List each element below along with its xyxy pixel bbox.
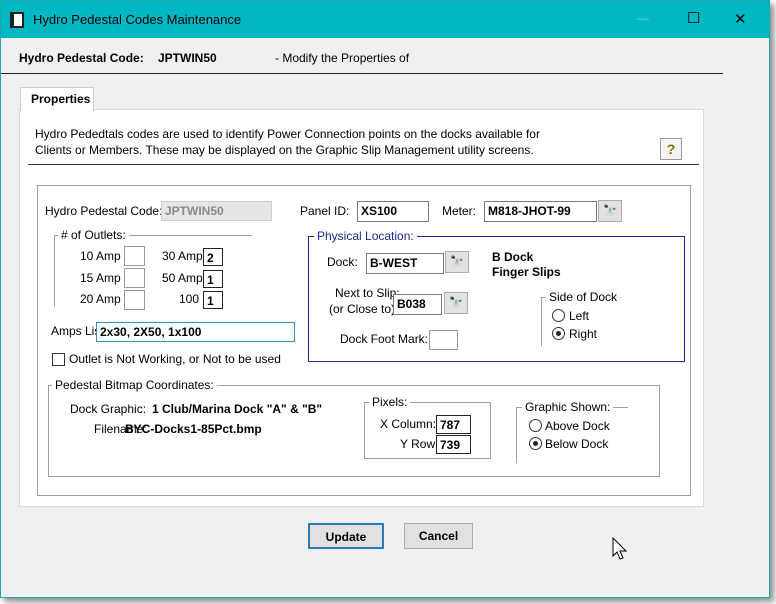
y-row-input[interactable]: 739: [436, 435, 471, 454]
side-of-dock-legend: Side of Dock: [546, 290, 621, 304]
dock-description-2: Finger Slips: [492, 265, 561, 279]
filename-value: BYC-Docks1-85Pct.bmp: [125, 422, 262, 436]
help-question-icon[interactable]: ?: [660, 138, 682, 160]
amp20-input[interactable]: [124, 290, 145, 310]
description-divider: [28, 164, 699, 165]
amp30-label: 30 Amp: [162, 249, 203, 263]
description-line-2: Clients or Members. These may be display…: [35, 143, 534, 157]
side-right-label: Right: [569, 327, 598, 341]
x-column-label: X Column:: [380, 417, 437, 431]
amp15-input[interactable]: [124, 268, 145, 288]
not-working-checkbox[interactable]: [52, 353, 65, 366]
description-line-1: Hydro Pededtals codes are used to identi…: [35, 127, 540, 141]
side-left-radio[interactable]: [552, 309, 565, 322]
cancel-button[interactable]: Cancel: [404, 523, 473, 549]
amp100-input[interactable]: 1: [203, 291, 223, 309]
amp100-label: 100: [179, 292, 200, 306]
amp10-label: 10 Amp: [80, 249, 121, 263]
bitmap-legend: Pedestal Bitmap Coordinates:: [52, 378, 217, 392]
amp15-label: 15 Amp: [80, 271, 121, 285]
panel-id-input[interactable]: XS100: [357, 201, 429, 222]
header-subtitle: - Modify the Properties of: [275, 51, 410, 65]
slip-input[interactable]: B038: [393, 294, 442, 315]
dock-input[interactable]: B-WEST: [366, 253, 444, 274]
tab-properties[interactable]: Properties: [20, 87, 94, 111]
close-button[interactable]: ✕: [734, 10, 747, 28]
amp50-label: 50 Amp: [162, 271, 203, 285]
mouse-cursor-icon: [612, 537, 628, 560]
outlets-legend: # of Outlets:: [58, 228, 129, 242]
code-field: JPTWIN50: [161, 201, 272, 221]
above-dock-label: Above Dock: [545, 419, 610, 433]
minimize-button[interactable]: —: [637, 11, 649, 25]
slip-label-2: (or Close to): [329, 302, 396, 316]
code-label: Hydro Pedestal Code:: [45, 204, 163, 218]
amp30-input[interactable]: 2: [203, 248, 223, 266]
dock-description-1: B Dock: [492, 250, 534, 264]
below-dock-label: Below Dock: [545, 437, 609, 451]
x-column-input[interactable]: 787: [436, 415, 471, 434]
not-working-label: Outlet is Not Working, or Not to be used: [69, 352, 281, 366]
header-divider: [1, 73, 723, 74]
tab-label: Properties: [31, 92, 91, 106]
dock-foot-mark-label: Dock Foot Mark:: [340, 332, 429, 346]
dock-label: Dock:: [327, 255, 358, 269]
amps-list-input[interactable]: 2x30, 2X50, 1x100: [96, 322, 295, 342]
physical-location-legend: Physical Location:: [314, 229, 417, 243]
header-code: JPTWIN50: [158, 51, 217, 65]
title-bar[interactable]: Hydro Pedestal Codes Maintenance — ☐ ✕: [1, 1, 769, 38]
side-right-radio[interactable]: [552, 327, 565, 340]
slip-label: Next to Slip:: [335, 286, 400, 300]
window-title: Hydro Pedestal Codes Maintenance: [33, 12, 242, 27]
maximize-button[interactable]: ☐: [687, 9, 700, 27]
dock-graphic-value: 1 Club/Marina Dock "A" & "B": [152, 402, 323, 416]
dock-graphic-label: Dock Graphic:: [70, 402, 147, 416]
header-label: Hydro Pedestal Code:: [19, 51, 144, 65]
y-row-label: Y Row:: [400, 437, 439, 451]
slip-lookup-binoculars-icon[interactable]: 🔭: [444, 292, 468, 314]
amp10-input[interactable]: [124, 246, 145, 266]
meter-input[interactable]: M818-JHOT-99: [484, 201, 597, 222]
amp20-label: 20 Amp: [80, 292, 121, 306]
below-dock-radio[interactable]: [529, 437, 542, 450]
graphic-shown-group: [516, 407, 628, 463]
dialog-window: Hydro Pedestal Codes Maintenance — ☐ ✕ H…: [0, 0, 770, 598]
pixels-legend: Pixels:: [369, 395, 411, 409]
meter-label: Meter:: [442, 204, 477, 218]
panel-id-label: Panel ID:: [300, 204, 350, 218]
update-button[interactable]: Update: [308, 523, 384, 549]
above-dock-radio[interactable]: [529, 419, 542, 432]
meter-lookup-binoculars-icon[interactable]: 🔭: [598, 200, 622, 222]
amp50-input[interactable]: 1: [203, 270, 223, 288]
dock-foot-mark-input[interactable]: [429, 330, 458, 350]
side-left-label: Left: [569, 309, 590, 323]
main-form-box: Hydro Pedestal Code: JPTWIN50 Panel ID: …: [37, 185, 691, 496]
graphic-shown-legend: Graphic Shown:: [522, 400, 614, 414]
app-icon: [10, 12, 24, 28]
dock-lookup-binoculars-icon[interactable]: 🔭: [445, 251, 469, 273]
properties-panel: Hydro Pededtals codes are used to identi…: [19, 109, 704, 507]
